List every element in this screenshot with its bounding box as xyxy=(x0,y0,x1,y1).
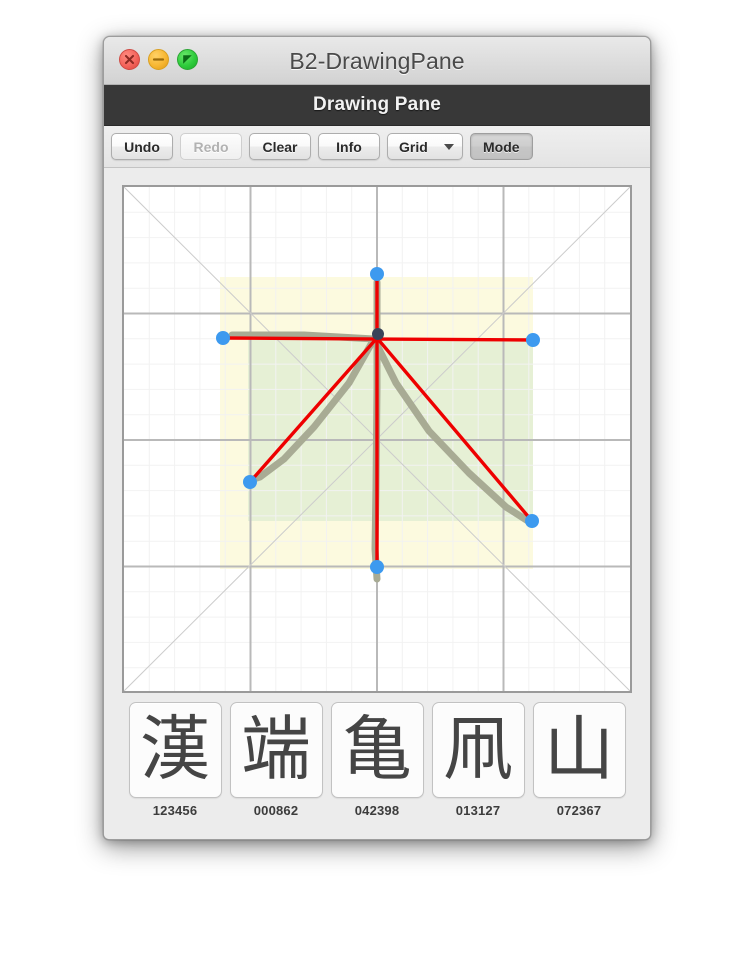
undo-button[interactable]: Undo xyxy=(111,133,173,160)
screen: B2-DrawingPane Drawing Pane Undo Redo Cl… xyxy=(0,0,734,974)
candidate-item[interactable]: 端 000862 xyxy=(229,702,323,818)
chevron-down-icon xyxy=(444,143,454,150)
content-area: 漢 123456 端 000862 亀 042398 凧 013127 山 072367 xyxy=(104,168,650,839)
clear-button[interactable]: Clear xyxy=(249,133,311,160)
app-header: Drawing Pane xyxy=(104,85,650,126)
candidate-glyph-box[interactable]: 山 xyxy=(532,702,626,798)
candidate-glyph: 凧 xyxy=(443,708,513,790)
close-icon xyxy=(124,54,135,65)
candidate-glyph-box[interactable]: 亀 xyxy=(330,702,424,798)
point-bottom-left[interactable] xyxy=(243,475,257,489)
grid-dropdown-label: Grid xyxy=(399,138,428,155)
redo-button: Redo xyxy=(180,133,242,160)
window-controls xyxy=(119,49,198,70)
drawing-canvas[interactable] xyxy=(122,185,632,693)
grid-dropdown[interactable]: Grid xyxy=(387,133,463,160)
candidate-glyph-box[interactable]: 凧 xyxy=(431,702,525,798)
point-bottom[interactable] xyxy=(370,560,384,574)
candidate-glyph-box[interactable]: 漢 xyxy=(128,702,222,798)
app-header-title: Drawing Pane xyxy=(312,94,442,115)
candidate-glyph: 漢 xyxy=(140,708,210,790)
minimize-button[interactable] xyxy=(148,49,169,70)
candidate-glyph: 亀 xyxy=(342,708,412,790)
point-top[interactable] xyxy=(370,267,384,281)
drawing-canvas-surface[interactable] xyxy=(124,187,630,691)
candidate-id: 072367 xyxy=(556,803,602,818)
candidate-id: 123456 xyxy=(152,803,198,818)
window-titlebar[interactable]: B2-DrawingPane xyxy=(104,37,650,85)
application-window: B2-DrawingPane Drawing Pane Undo Redo Cl… xyxy=(103,36,651,840)
candidate-glyph: 端 xyxy=(241,708,311,790)
point-left[interactable] xyxy=(216,331,230,345)
close-button[interactable] xyxy=(119,49,140,70)
candidate-item[interactable]: 亀 042398 xyxy=(330,702,424,818)
candidate-list: 漢 123456 端 000862 亀 042398 凧 013127 山 072367 xyxy=(113,702,641,818)
zoom-icon xyxy=(183,55,192,64)
minimize-icon xyxy=(152,58,165,61)
candidate-id: 042398 xyxy=(354,803,400,818)
candidate-id: 000862 xyxy=(253,803,299,818)
point-right[interactable] xyxy=(526,333,540,347)
candidate-item[interactable]: 山 072367 xyxy=(532,702,626,818)
point-bottom-right[interactable] xyxy=(525,514,539,528)
toolbar: Undo Redo Clear Info Grid Mode xyxy=(104,126,650,168)
candidate-glyph: 山 xyxy=(544,708,614,790)
info-button[interactable]: Info xyxy=(318,133,380,160)
candidate-id: 013127 xyxy=(455,803,501,818)
mode-button[interactable]: Mode xyxy=(470,133,533,160)
zoom-button[interactable] xyxy=(177,49,198,70)
candidate-item[interactable]: 漢 123456 xyxy=(128,702,222,818)
point-origin[interactable] xyxy=(372,328,384,340)
candidate-glyph-box[interactable]: 端 xyxy=(229,702,323,798)
candidate-item[interactable]: 凧 013127 xyxy=(431,702,525,818)
